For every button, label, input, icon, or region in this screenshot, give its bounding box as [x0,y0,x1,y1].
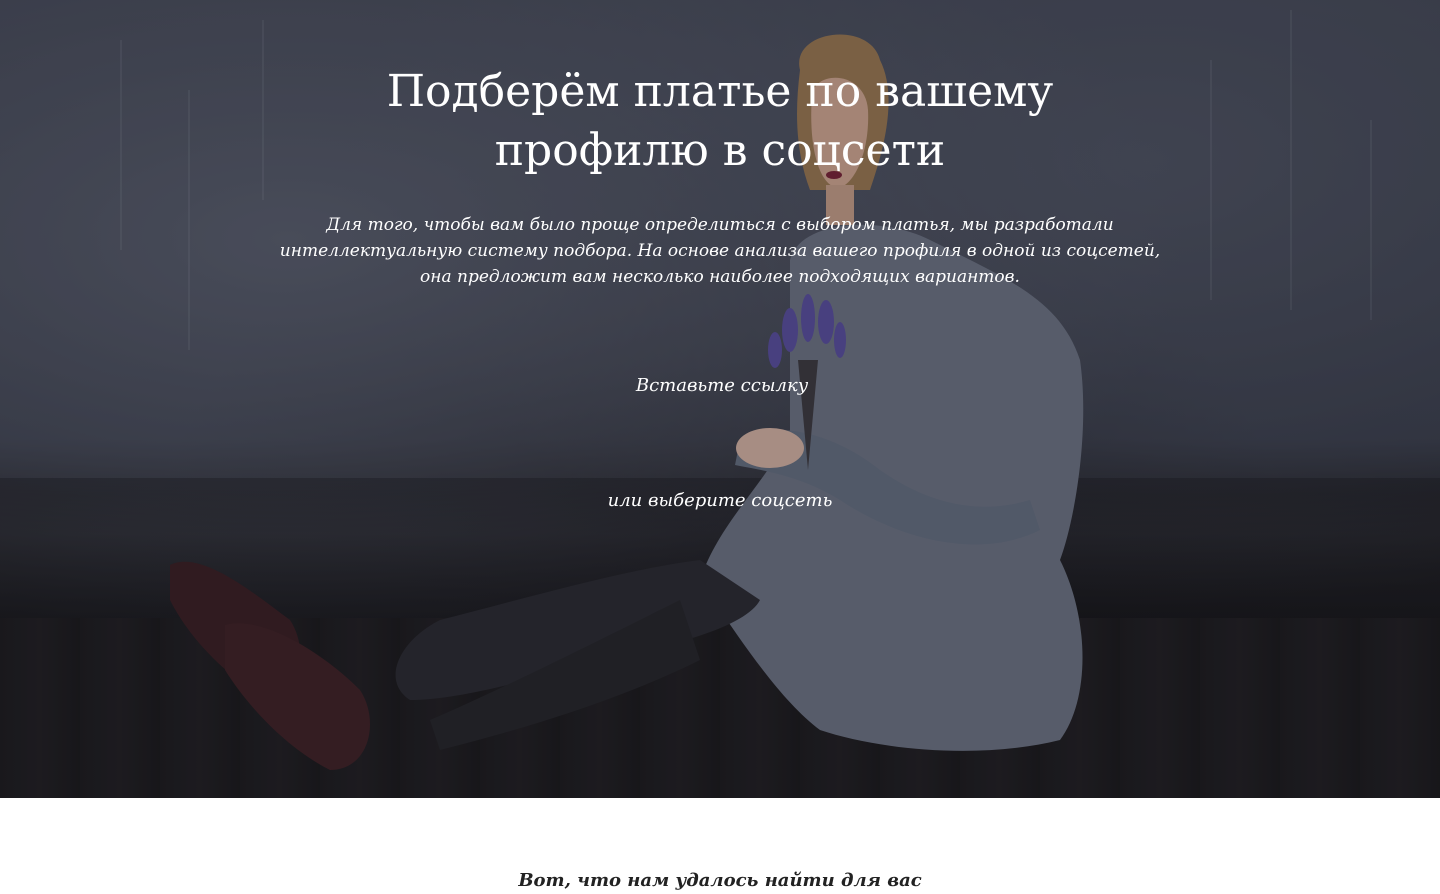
choose-social-network-link[interactable]: или выберите соцсеть [520,488,920,514]
page-title-line: профилю в соцсети [494,125,946,176]
profile-link-input[interactable] [520,366,924,404]
hero-description-line: интеллектуальную систему подбора. На осн… [279,241,1161,261]
page-title: Подберём платье по вашему профилю в соцс… [0,62,1440,180]
results-title: Вот, что нам удалось найти для вас [518,870,922,891]
hero-description: Для того, чтобы вам было проще определит… [260,212,1180,290]
hero-section: Подберём платье по вашему профилю в соцс… [0,0,1440,798]
hero-description-line: она предложит вам несколько наиболее под… [420,267,1020,287]
hero-description-line: Для того, чтобы вам было проще определит… [326,215,1114,235]
page-title-line: Подберём платье по вашему [386,66,1054,117]
